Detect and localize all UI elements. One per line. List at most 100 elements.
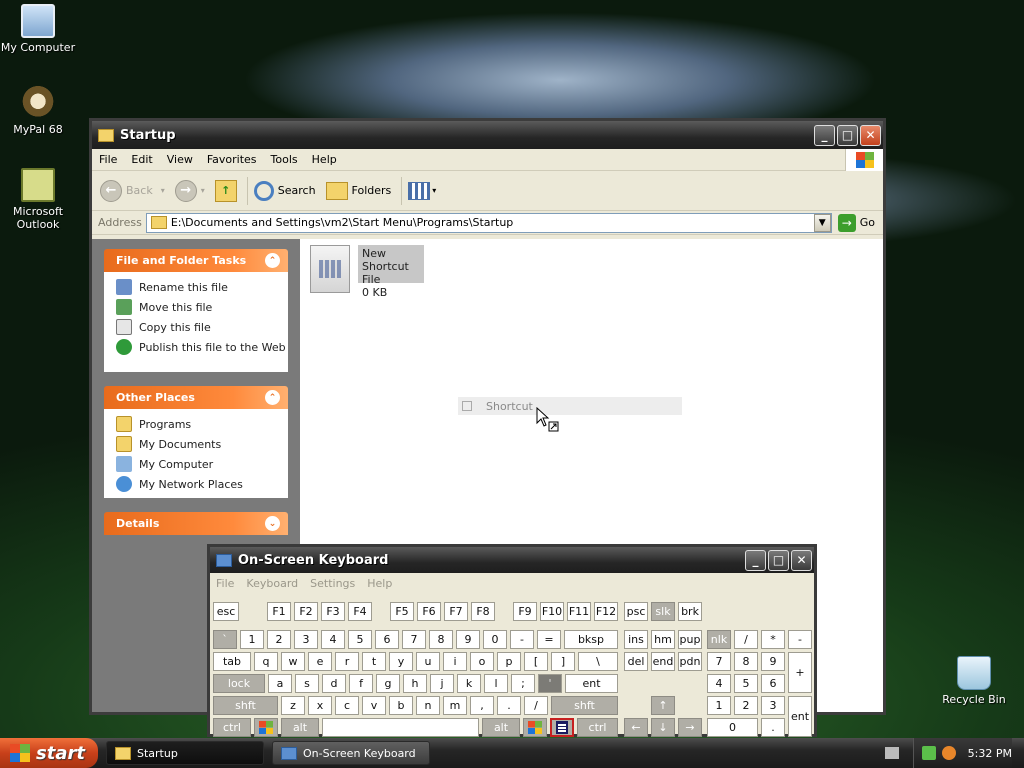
key-f2[interactable]: F2 — [294, 602, 318, 621]
close-button[interactable]: ✕ — [791, 549, 812, 571]
key-k[interactable]: k — [457, 674, 481, 693]
network-tray-icon[interactable] — [921, 746, 936, 760]
key-f9[interactable]: F9 — [513, 602, 537, 621]
key-e[interactable]: e — [308, 652, 332, 671]
key-grave[interactable]: ` — [213, 630, 237, 649]
explorer-titlebar[interactable]: Startup _ □ ✕ — [92, 121, 883, 149]
key-psc[interactable]: psc — [624, 602, 648, 621]
key-kp-enter[interactable]: ent — [788, 696, 812, 737]
minimize-button[interactable]: _ — [814, 124, 835, 146]
key-right-alt[interactable]: alt — [482, 718, 520, 737]
maximize-button[interactable]: □ — [768, 549, 789, 571]
address-dropdown-icon[interactable]: ▼ — [813, 213, 831, 232]
key-s[interactable]: s — [295, 674, 319, 693]
key-kp-plus[interactable]: + — [788, 652, 812, 693]
key-9[interactable]: 9 — [456, 630, 480, 649]
taskbar-button-osk[interactable]: On-Screen Keyboard — [272, 741, 430, 765]
menu-file[interactable]: File — [92, 153, 124, 166]
address-field[interactable]: E:\Documents and Settings\vm2\Start Menu… — [145, 212, 832, 233]
back-button[interactable]: ← Back ▾ — [100, 179, 165, 202]
key-v[interactable]: v — [362, 696, 386, 715]
key-x[interactable]: x — [308, 696, 332, 715]
key-period[interactable]: . — [497, 696, 521, 715]
key-1[interactable]: 1 — [240, 630, 264, 649]
key-8[interactable]: 8 — [429, 630, 453, 649]
task-publish[interactable]: Publish this file to the Web — [116, 337, 288, 357]
osk-menu-file[interactable]: File — [210, 577, 240, 590]
key-kp-3[interactable]: 3 — [761, 696, 785, 715]
key-kp-2[interactable]: 2 — [734, 696, 758, 715]
panel-header[interactable]: Details ⌄ — [104, 512, 288, 535]
key-b[interactable]: b — [389, 696, 413, 715]
back-dropdown-icon[interactable]: ▾ — [161, 186, 165, 195]
expand-chevron-icon[interactable]: ⌄ — [265, 516, 280, 531]
menu-edit[interactable]: Edit — [124, 153, 159, 166]
key-lbracket[interactable]: [ — [524, 652, 548, 671]
task-move[interactable]: Move this file — [116, 297, 288, 317]
key-f4[interactable]: F4 — [348, 602, 372, 621]
key-end[interactable]: end — [651, 652, 675, 671]
key-5[interactable]: 5 — [348, 630, 372, 649]
key-quote[interactable]: ' — [538, 674, 562, 693]
key-kp-minus[interactable]: - — [788, 630, 812, 649]
key-comma[interactable]: , — [470, 696, 494, 715]
key-right-ctrl[interactable]: ctrl — [577, 718, 618, 737]
key-n[interactable]: n — [416, 696, 440, 715]
key-f[interactable]: f — [349, 674, 373, 693]
key-semicolon[interactable]: ; — [511, 674, 535, 693]
key-j[interactable]: j — [430, 674, 454, 693]
osk-titlebar[interactable]: On-Screen Keyboard _ □ ✕ — [210, 547, 814, 573]
search-button[interactable]: Search — [253, 180, 316, 201]
key-ins[interactable]: ins — [624, 630, 648, 649]
maximize-button[interactable]: □ — [837, 124, 858, 146]
key-kp-4[interactable]: 4 — [707, 674, 731, 693]
key-kp-dot[interactable]: . — [761, 718, 785, 737]
key-f5[interactable]: F5 — [390, 602, 414, 621]
key-right-shift[interactable]: shft — [551, 696, 618, 715]
file-new-shortcut[interactable]: New Shortcut File 0 KB — [310, 245, 424, 299]
key-nlk[interactable]: nlk — [707, 630, 731, 649]
start-button[interactable]: start — [0, 738, 98, 768]
key-f1[interactable]: F1 — [267, 602, 291, 621]
key-left-shift[interactable]: shft — [213, 696, 278, 715]
key-del[interactable]: del — [624, 652, 648, 671]
task-copy[interactable]: Copy this file — [116, 317, 288, 337]
task-rename[interactable]: Rename this file — [116, 277, 288, 297]
key-enter[interactable]: ent — [565, 674, 618, 693]
key-brk[interactable]: brk — [678, 602, 702, 621]
key-left-alt[interactable]: alt — [281, 718, 319, 737]
search-tray-icon[interactable] — [941, 746, 956, 760]
desktop-icon-recycle-bin[interactable]: Recycle Bin — [934, 656, 1014, 706]
menu-favorites[interactable]: Favorites — [200, 153, 264, 166]
forward-button[interactable]: → ▾ — [174, 179, 205, 202]
go-button[interactable]: → Go — [832, 213, 883, 232]
key-left-win[interactable] — [254, 718, 278, 737]
up-folder-button[interactable]: ↑ — [214, 179, 237, 202]
key-pdn[interactable]: pdn — [678, 652, 702, 671]
key-rbracket[interactable]: ] — [551, 652, 575, 671]
key-kp-1[interactable]: 1 — [707, 696, 731, 715]
key-kp-0[interactable]: 0 — [707, 718, 758, 737]
key-m[interactable]: m — [443, 696, 467, 715]
key-tab[interactable]: tab — [213, 652, 251, 671]
place-my-network[interactable]: My Network Places — [116, 474, 288, 494]
key-down-arrow[interactable]: ↓ — [651, 718, 675, 737]
key-kp-slash[interactable]: / — [734, 630, 758, 649]
key-right-arrow[interactable]: → — [678, 718, 702, 737]
clock[interactable]: 5:32 PM — [968, 747, 1012, 760]
forward-dropdown-icon[interactable]: ▾ — [201, 186, 205, 195]
key-2[interactable]: 2 — [267, 630, 291, 649]
key-f11[interactable]: F11 — [567, 602, 591, 621]
desktop-icon-mypal[interactable]: MyPal 68 — [0, 86, 78, 136]
menu-view[interactable]: View — [160, 153, 200, 166]
key-caps-lock[interactable]: lock — [213, 674, 265, 693]
key-c[interactable]: c — [335, 696, 359, 715]
keyboard-tray-icon[interactable] — [884, 747, 899, 759]
place-my-computer[interactable]: My Computer — [116, 454, 288, 474]
key-3[interactable]: 3 — [294, 630, 318, 649]
folders-button[interactable]: Folders — [325, 181, 391, 200]
key-equals[interactable]: = — [537, 630, 561, 649]
key-kp-8[interactable]: 8 — [734, 652, 758, 671]
key-kp-9[interactable]: 9 — [761, 652, 785, 671]
key-menu[interactable] — [550, 718, 574, 737]
